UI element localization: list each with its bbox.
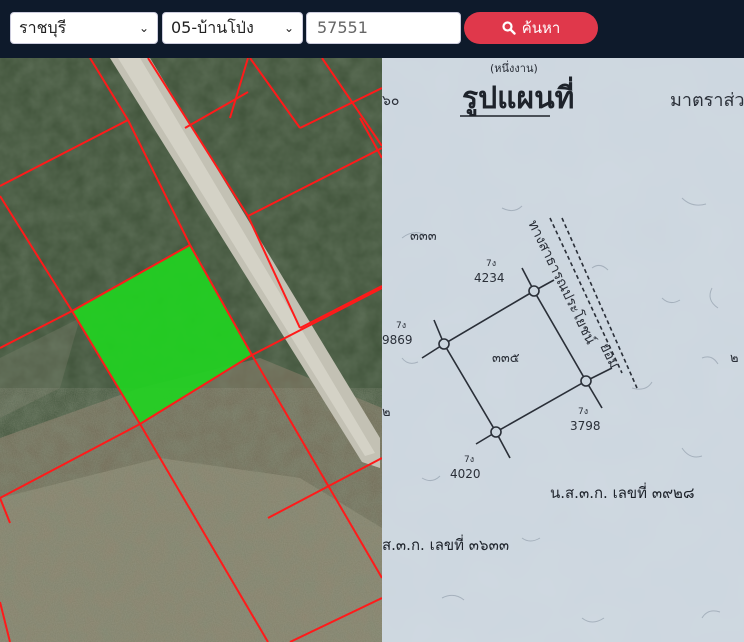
district-select[interactable]: 05-บ้านโป่ง ⌄ [162, 12, 303, 44]
marker-right-value: 3798 [570, 419, 601, 433]
document-heading: รูปแผนที่ [462, 76, 574, 117]
chevron-down-icon: ⌄ [283, 21, 294, 35]
marker-top-value: 4234 [474, 271, 505, 285]
search-button[interactable]: ค้นหา [464, 12, 598, 44]
province-value: ราชบุรี [19, 18, 67, 37]
deed-reference-2: ส.๓.ก. เลขที่ ๓๖๓๓ [382, 534, 509, 554]
deed-reference-1: น.ส.๓.ก. เลขที่ ๓๙๒๘ [550, 482, 695, 502]
marker-top-code: 7ง [486, 259, 496, 269]
left-margin-text: ๖๐ [382, 93, 399, 109]
province-select[interactable]: ราชบุรี ⌄ [10, 12, 158, 44]
side-mark: ๒ [382, 405, 391, 420]
chevron-down-icon: ⌄ [138, 21, 149, 35]
side-mark-2: ๒ [730, 351, 739, 366]
search-button-label: ค้นหา [521, 19, 561, 37]
district-value: 05-บ้านโป่ง [171, 18, 254, 37]
marker-left-code: 7ง [396, 321, 406, 331]
parcel-number-center: ๓๓๕ [492, 351, 520, 366]
parcel-number-input[interactable]: 57551 [306, 12, 461, 44]
marker-bottom-value: 4020 [450, 467, 481, 481]
marker-bottom-code: 7ง [464, 455, 474, 465]
marker-right-code: 7ง [578, 407, 588, 417]
satellite-map[interactable] [0, 58, 382, 642]
search-icon [502, 21, 516, 35]
document-subheading: (หนึ่งงาน) [490, 60, 538, 75]
land-deed-map[interactable]: ๖๐ (หนึ่งงาน) รูปแผนที่ มาตราส่ว ๓๓๓ ๓๓๕ [382, 58, 744, 642]
search-toolbar: ราชบุรี ⌄ 05-บ้านโป่ง ⌄ 57551 ค้นหา [0, 0, 744, 58]
marker-left-value: 9869 [382, 333, 413, 347]
parcel-number-left: ๓๓๓ [410, 229, 437, 244]
scale-label: มาตราส่ว [670, 90, 744, 111]
